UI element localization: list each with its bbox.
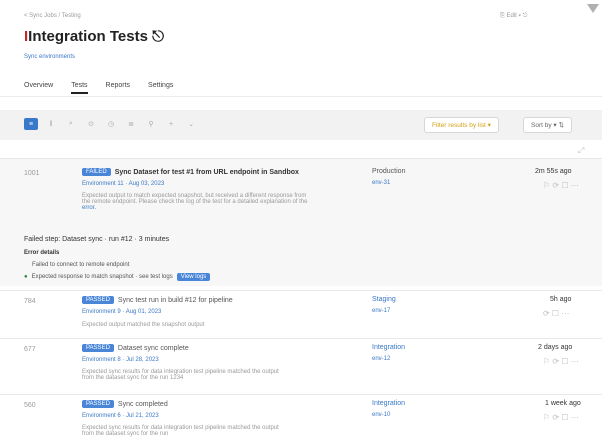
row-title[interactable]: Sync Dataset for test #1 from URL endpoi…	[115, 169, 299, 176]
view-logs-button[interactable]: View logs	[176, 273, 211, 281]
row-time: 2 days ago	[538, 344, 573, 351]
row-divider	[0, 290, 602, 291]
row-description: Expected output to match expected snapsh…	[82, 193, 372, 211]
status-badge: FAILED	[82, 168, 111, 176]
expand-icon[interactable]: ⤢	[578, 146, 584, 156]
row-id: 784	[24, 298, 36, 305]
list-view-button[interactable]: ≡	[24, 118, 38, 130]
row-title[interactable]: Dataset sync complete	[118, 345, 189, 352]
page-subtitle[interactable]: Sync environments	[24, 54, 75, 60]
row-divider	[0, 394, 602, 395]
row-env: Integration	[372, 344, 406, 351]
page-title: IIntegration Tests ⎋	[24, 28, 164, 45]
toolbar-buttons: ≡ ‖ ⌕ ⊙ ◷ ≣ ⚲ + ⌄	[24, 118, 198, 130]
tab-overview[interactable]: Overview	[24, 82, 53, 94]
search-icon[interactable]: ⌕	[64, 118, 78, 130]
error-detail: ● Expected response to match snapshot · …	[24, 273, 211, 281]
row-description: Expected sync results for data integrati…	[82, 425, 372, 437]
row-desc-line: from the dataset sync for the run 1234	[82, 375, 184, 381]
expanded-summary: Failed step: Dataset sync · run #12 · 3 …	[24, 236, 170, 243]
row-actions[interactable]: ⟳ ☐ ⋯	[543, 309, 569, 318]
row-id: 677	[24, 346, 36, 353]
sort-dropdown[interactable]: Sort by ▾ ⇅	[523, 117, 572, 133]
row-meta[interactable]: Environment 8 · Jul 28, 2023	[82, 357, 159, 363]
tab-bar: Overview Tests Reports Settings	[24, 82, 173, 94]
filter-corner-icon[interactable]	[587, 4, 599, 13]
row-time: 5h ago	[550, 296, 572, 303]
row-time: 1 week ago	[545, 400, 581, 407]
chevron-down-icon[interactable]: ⌄	[184, 118, 198, 130]
status-badge: PASSED	[82, 400, 114, 408]
row-env: Staging	[372, 296, 396, 303]
edit-menu[interactable]: ⎘ Edit ▾ ⎋	[500, 13, 527, 20]
row-divider	[0, 158, 602, 159]
clock-icon[interactable]: ◷	[104, 118, 118, 130]
row-title[interactable]: Sync completed	[118, 401, 168, 408]
row-actions[interactable]: ⚐ ⟳ ☐ ⋯	[543, 413, 579, 422]
row-description: Expected output matched the snapshot out…	[82, 322, 205, 328]
row-env-link[interactable]: env-31	[372, 180, 390, 186]
breadcrumb[interactable]: < Sync Jobs / Testing	[24, 13, 81, 19]
row-env-link[interactable]: env-17	[372, 308, 390, 314]
row-id: 1001	[24, 170, 40, 177]
row-meta[interactable]: Environment 9 · Aug 01, 2023	[82, 309, 161, 315]
row-meta[interactable]: Environment 11 · Aug 03, 2023	[82, 181, 164, 187]
row-meta[interactable]: Environment 6 · Jul 21, 2023	[82, 413, 159, 419]
error-message: Failed to connect to remote endpoint	[32, 262, 130, 268]
pin-icon[interactable]: ⚲	[144, 118, 158, 130]
error-heading: Error details	[24, 250, 60, 256]
tab-reports[interactable]: Reports	[106, 82, 131, 94]
row-desc-line: error.	[82, 205, 97, 211]
table-row[interactable]: PASSED Sync completed	[82, 400, 168, 408]
status-badge: PASSED	[82, 344, 114, 352]
title-text: Integration Tests ⎋	[28, 28, 164, 45]
check-icon: ●	[24, 274, 28, 280]
row-title[interactable]: Sync test run in build #12 for pipeline	[118, 297, 233, 304]
target-icon[interactable]: ⊙	[84, 118, 98, 130]
lines-icon[interactable]: ≣	[124, 118, 138, 130]
table-row[interactable]: FAILED Sync Dataset for test #1 from URL…	[82, 168, 299, 176]
tab-divider	[0, 96, 602, 97]
row-divider	[0, 338, 602, 339]
error-detail-text: Expected response to match snapshot · se…	[31, 274, 173, 280]
row-description: Expected sync results for data integrati…	[82, 369, 372, 381]
table-row[interactable]: PASSED Dataset sync complete	[82, 344, 189, 352]
row-time: 2m 55s ago	[535, 168, 572, 175]
tab-tests[interactable]: Tests	[71, 82, 88, 94]
columns-button[interactable]: ‖	[44, 118, 58, 130]
row-desc-line: from the dataset sync for the run	[82, 431, 169, 437]
filter-dropdown[interactable]: Filter results by list ▾	[424, 117, 499, 133]
row-env: Production	[372, 168, 406, 175]
row-actions[interactable]: ⚐ ⟳ ☐ ⋯	[543, 181, 579, 190]
row-id: 560	[24, 402, 36, 409]
row-env-link[interactable]: env-10	[372, 412, 390, 418]
table-row[interactable]: PASSED Sync test run in build #12 for pi…	[82, 296, 233, 304]
status-badge: PASSED	[82, 296, 114, 304]
row-env: Integration	[372, 400, 406, 407]
add-icon[interactable]: +	[164, 118, 178, 130]
row-actions[interactable]: ⚐ ⟳ ☐ ⋯	[543, 357, 579, 366]
tab-settings[interactable]: Settings	[148, 82, 173, 94]
row-env-link[interactable]: env-12	[372, 356, 390, 362]
